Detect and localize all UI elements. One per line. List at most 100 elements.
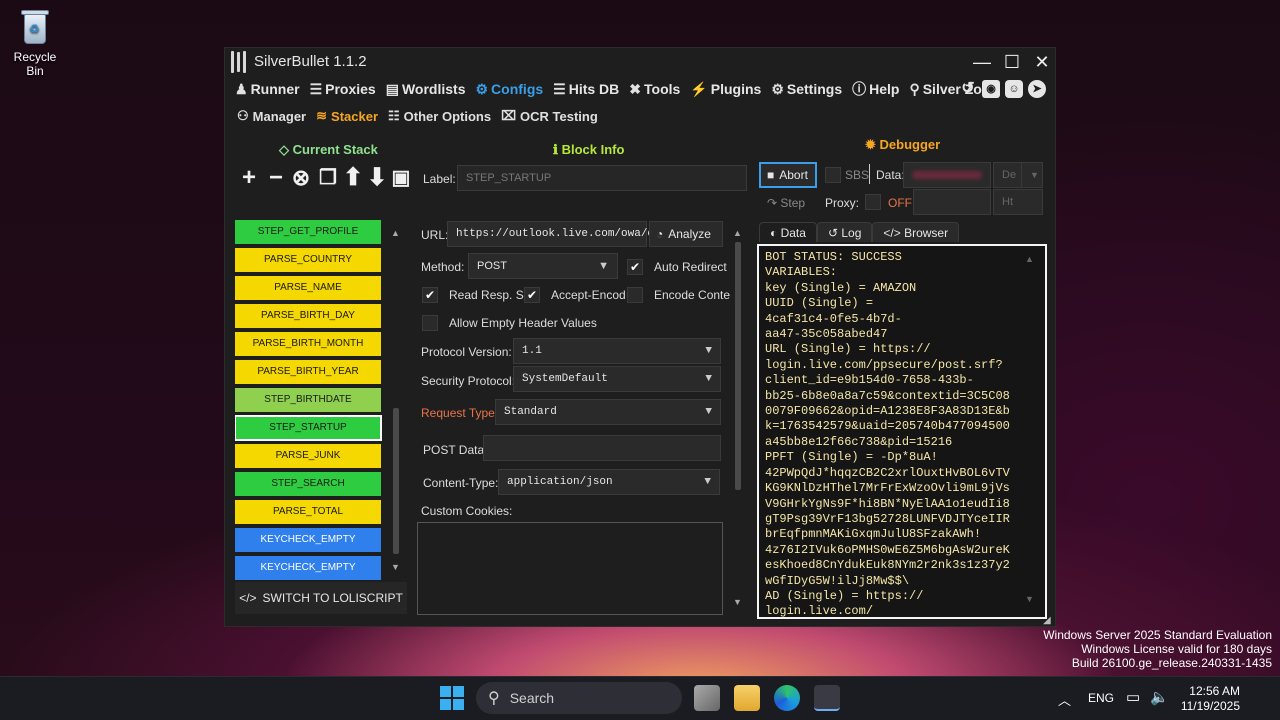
menu-hits-db[interactable]: ☰ Hits DB [553,81,619,98]
menu-settings[interactable]: ⚙ Settings [771,81,842,98]
post-data-input[interactable] [483,435,721,461]
stack-block[interactable]: PARSE_COUNTRY [235,248,381,272]
menu-runner[interactable]: ♟ Runner [235,81,300,98]
task-view-icon[interactable] [694,685,720,711]
read-resp-checkbox[interactable]: ✔ [422,287,438,303]
allow-empty-header-checkbox[interactable] [422,315,438,331]
history-icon[interactable]: ↺ [959,80,977,98]
proxy-type-select[interactable]: Ht [993,189,1043,215]
encode-content-checkbox[interactable] [627,287,643,303]
sbs-checkbox[interactable] [825,167,841,183]
stack-block[interactable]: KEYCHECK_EMPTY [235,528,381,552]
stack-block[interactable]: PARSE_BIRTH_YEAR [235,360,381,384]
stack-block[interactable]: PARSE_NAME [235,276,381,300]
file-explorer-icon[interactable] [734,685,760,711]
console-line: k=1763542579&uaid=205740b477094500 [765,419,1010,434]
menu-configs[interactable]: ⚙ Configs [475,81,543,98]
move-up-icon[interactable]: ⬆ [341,166,365,190]
start-button[interactable] [440,686,464,710]
menu-proxies[interactable]: ☰ Proxies [310,81,376,98]
scroll-up-icon[interactable]: ▲ [1025,254,1034,264]
stack-block[interactable]: STEP_BIRTHDATE [235,388,381,412]
block-info-scrollbar[interactable]: ▲ ▼ [733,224,743,608]
stack-block[interactable]: PARSE_TOTAL [235,500,381,524]
menu-plugins[interactable]: ⚡ Plugins [690,81,761,98]
request-type-select[interactable]: Standard ▼ [495,399,721,425]
stack-block[interactable]: PARSE_BIRTH_DAY [235,304,381,328]
tab-data[interactable]: ◐ Data [759,222,817,242]
chevron-down-icon[interactable]: ▼ [1021,162,1043,188]
menu-help[interactable]: ⓘ Help [852,79,899,99]
scroll-down-icon[interactable]: ▼ [733,597,742,607]
abort-button[interactable]: ■ Abort [759,162,817,188]
watermark-line: Windows License valid for 180 days [1081,642,1272,656]
close-button[interactable]: ✕ [1027,48,1057,76]
stack-scroll-thumb[interactable] [393,408,399,554]
taskbar-search[interactable]: ⚲ Search [476,682,682,714]
submenu-manager[interactable]: ⚇ Manager [237,108,306,124]
data-type-select[interactable]: De [993,162,1023,188]
stack-block[interactable]: KEYCHECK_EMPTY [235,556,381,580]
menu-tools[interactable]: ✖ Tools [629,81,680,98]
save-icon[interactable]: ▣ [389,166,413,190]
url-input[interactable]: https://outlook.live.com/owa/c [447,221,654,247]
scroll-down-icon[interactable]: ▼ [391,562,400,572]
maximize-button[interactable]: ☐ [997,48,1027,76]
chevron-down-icon: ▼ [705,373,712,385]
proxy-checkbox[interactable] [865,194,881,210]
method-value: POST [477,260,507,272]
minimize-button[interactable]: — [967,48,997,76]
submenu-other-options[interactable]: ☷ Other Options [388,108,491,124]
submenu-ocr-testing[interactable]: ⌧ OCR Testing [501,108,598,124]
protocol-version-select[interactable]: 1.1 ▼ [513,338,721,364]
proxy-input[interactable] [913,189,991,215]
auto-redirect-checkbox[interactable]: ✔ [627,259,643,275]
time: 12:56 AM [1189,684,1240,698]
content-type-select[interactable]: application/json ▼ [498,469,720,495]
clone-icon[interactable]: ❐ [316,166,340,190]
resize-grip-icon[interactable]: ◢ [1043,615,1051,626]
discord-icon[interactable]: ☺ [1005,80,1023,98]
clock[interactable]: 12:56 AM 11/19/2025 [1180,684,1240,714]
camera-icon[interactable]: ◉ [982,80,1000,98]
stack-block[interactable]: STEP_GET_PROFILE [235,220,381,244]
edge-icon[interactable] [774,685,800,711]
add-block-icon[interactable]: + [237,166,261,190]
clear-icon[interactable]: ⊗ [289,166,313,190]
tab-log[interactable]: ↺ Log [816,222,873,242]
switch-to-loliscript-button[interactable]: </> SWITCH TO LOLISCRIPT [235,582,407,614]
label-input[interactable]: STEP_STARTUP [457,165,747,191]
menu-wordlists[interactable]: ▤ Wordlists [386,81,466,98]
security-protocol-select[interactable]: SystemDefault ▼ [513,366,721,392]
scroll-up-icon[interactable]: ▲ [733,228,742,238]
submenu-stacker[interactable]: ≋ Stacker [316,108,378,124]
block-info-scroll-thumb[interactable] [735,242,741,490]
scroll-up-icon[interactable]: ▲ [391,228,400,238]
tab-browser[interactable]: </> Browser [872,222,960,242]
stack-block[interactable]: PARSE_BIRTH_MONTH [235,332,381,356]
recycle-bin[interactable]: ♻ Recycle Bin [4,8,66,78]
step-button[interactable]: ↷ Step [767,196,805,210]
remove-block-icon[interactable]: − [264,166,288,190]
volume-icon[interactable]: 🔈 [1150,688,1169,706]
method-select[interactable]: POST ▼ [468,253,618,279]
ocr-icon: ⌧ [501,108,517,123]
stack-scrollbar[interactable]: ▲ ▼ [391,220,401,578]
debugger-output[interactable]: BOT STATUS: SUCCESS VARIABLES: key (Single… [757,244,1047,619]
debug-data-input[interactable] [903,162,991,188]
chevron-up-icon[interactable]: ︿ [1058,690,1071,709]
analyze-button[interactable]: ◔ Analyze [649,221,723,247]
scroll-down-icon[interactable]: ▼ [1025,594,1034,604]
stop-icon: ■ [767,168,775,182]
custom-cookies-textarea[interactable] [417,522,723,615]
silverbullet-taskbar-icon[interactable] [814,685,840,711]
move-down-icon[interactable]: ⬇ [365,166,389,190]
stack-block[interactable]: STEP_SEARCH [235,472,381,496]
stack-block[interactable]: PARSE_JUNK [235,444,381,468]
accept-encod-checkbox[interactable]: ✔ [524,287,540,303]
telegram-icon[interactable]: ➤ [1028,80,1046,98]
network-icon[interactable]: ▭ [1126,688,1140,706]
language-indicator[interactable]: ENG [1088,691,1114,705]
stack-block[interactable]: STEP_STARTUP [235,415,382,441]
console-line: 0079F09662&opid=A1238E8F3A83D13E&b [765,404,1010,419]
